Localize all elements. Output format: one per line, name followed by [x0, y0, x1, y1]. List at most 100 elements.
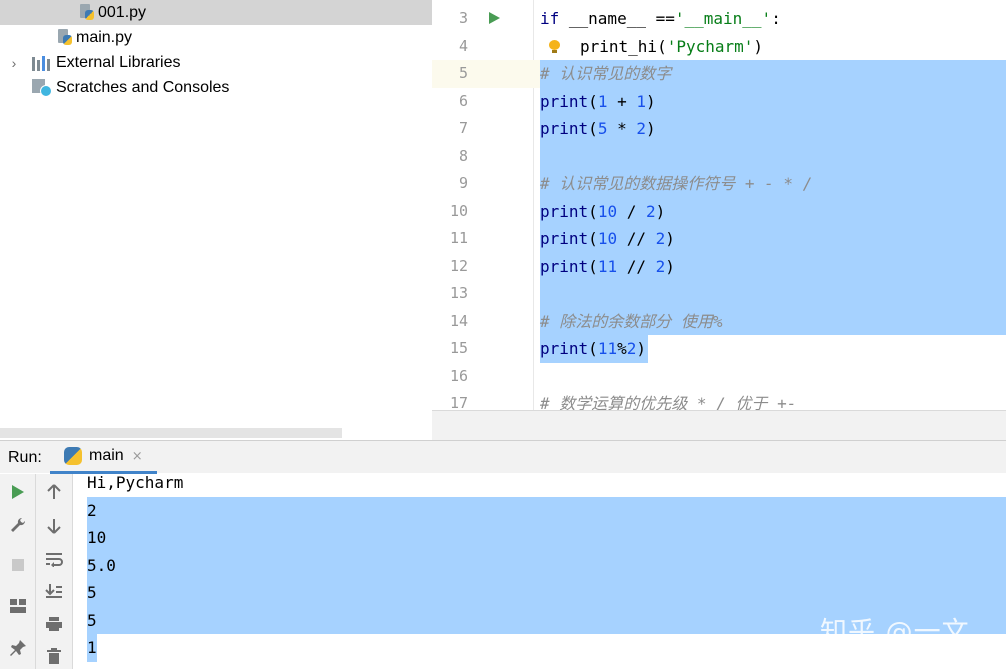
code-line[interactable]: if __name__ =='__main__': — [534, 5, 1006, 33]
console-text: 1 — [87, 638, 97, 657]
tree-item-label: main.py — [76, 28, 133, 46]
code-line[interactable]: print_hi('Pycharm') — [534, 33, 1006, 61]
soft-wrap-button[interactable] — [42, 547, 66, 571]
line-number: 9 — [458, 174, 468, 192]
code-text: print(5 * 2) — [540, 119, 656, 138]
line-number: 7 — [458, 119, 468, 137]
pin-icon — [10, 640, 26, 656]
code-line[interactable]: # 数学运算的优先级 * / 优于 +- — [534, 390, 1006, 410]
gutter-row: 14 — [432, 308, 534, 336]
tree-item-label: External Libraries — [56, 53, 181, 71]
python-file-icon — [80, 4, 94, 21]
code-line[interactable] — [534, 142, 1006, 170]
code-text: print(11 // 2) — [540, 256, 675, 276]
arrow-up-icon — [47, 484, 61, 499]
console-text: Hi,Pycharm — [87, 474, 184, 492]
tree-item-scratches[interactable]: Scratches and Consoles — [0, 75, 432, 100]
rerun-button[interactable] — [6, 480, 30, 504]
line-number: 5 — [458, 64, 468, 82]
zhihu-watermark: 知乎 @一文 — [820, 617, 970, 648]
gutter-row: 12 — [432, 253, 534, 281]
selection-highlight — [87, 551, 1006, 579]
console-text: 5 — [87, 583, 97, 602]
horizontal-scrollbar[interactable] — [0, 428, 342, 438]
code-line[interactable]: print(5 * 2) — [534, 115, 1006, 143]
code-text: print(10 // 2) — [540, 229, 675, 248]
scroll-to-end-button[interactable] — [42, 579, 66, 603]
run-label: Run: — [8, 449, 42, 466]
code-line[interactable]: # 认识常见的数据操作符号 + - * / — [534, 170, 1006, 198]
line-number: 6 — [458, 91, 468, 110]
code-text: print(11%2) — [540, 339, 646, 358]
library-icon — [32, 55, 52, 71]
editor-bottom-bar — [432, 410, 1006, 440]
code-line[interactable] — [534, 363, 1006, 391]
scroll-down-button[interactable] — [42, 514, 66, 538]
selection-highlight — [540, 280, 1006, 308]
gutter-row: 4 — [432, 33, 534, 61]
console-text: 5 — [87, 610, 97, 630]
code-line[interactable]: # 除法的余数部分 使用% — [534, 307, 1006, 335]
code-line[interactable]: print(11 // 2) — [534, 252, 1006, 280]
project-tool-window: 001.py main.py › External Libraries Scra… — [0, 0, 432, 440]
stop-icon — [12, 559, 24, 571]
python-file-icon — [58, 29, 72, 46]
print-button[interactable] — [42, 612, 66, 636]
stop-button[interactable] — [6, 553, 30, 577]
editor-gutter: 3 4 5 6 7 8 9 10 11 12 13 14 15 16 17 — [432, 0, 534, 410]
tree-item-external-libraries[interactable]: › External Libraries — [0, 50, 432, 75]
clear-all-button[interactable] — [42, 644, 66, 668]
gutter-row: 13 — [432, 280, 534, 308]
console-line: 10 — [74, 524, 1006, 552]
soft-wrap-icon — [46, 553, 63, 567]
console-line: Hi,Pycharm — [74, 474, 1006, 497]
console-line: 5 — [74, 579, 1006, 607]
tree-item-001-py[interactable]: 001.py — [0, 0, 432, 25]
code-text: # 除法的余数部分 使用% — [540, 311, 723, 331]
selection-highlight — [87, 579, 1006, 607]
run-tab-label: main — [89, 447, 124, 464]
gutter-row: 3 — [432, 5, 534, 33]
code-line[interactable]: # 认识常见的数字 — [534, 60, 1006, 88]
selection-highlight — [87, 496, 1006, 524]
gutter-row: 8 — [432, 143, 534, 171]
code-text: print(10 / 2) — [540, 201, 666, 221]
pin-tab-button[interactable] — [6, 636, 30, 660]
code-line[interactable]: print(10 // 2) — [534, 225, 1006, 253]
arrow-down-icon — [47, 519, 61, 534]
gutter-row: 6 — [432, 88, 534, 116]
python-icon — [64, 447, 82, 465]
code-line[interactable]: print(11%2) — [534, 335, 1006, 363]
run-tool-window-header: Run: main × — [0, 440, 1006, 474]
code-line[interactable]: print(10 / 2) — [534, 197, 1006, 225]
line-number: 8 — [458, 146, 468, 165]
gutter-row: 17 — [432, 390, 534, 410]
chevron-right-icon[interactable]: › — [8, 55, 20, 71]
gutter-row: 5 — [432, 60, 534, 88]
tree-item-label: Scratches and Consoles — [56, 78, 230, 96]
printer-icon — [46, 617, 62, 631]
line-number: 3 — [458, 9, 468, 27]
code-editor[interactable]: 3 4 5 6 7 8 9 10 11 12 13 14 15 16 17 if __name__ =='_… — [432, 0, 1006, 410]
run-icon — [12, 485, 24, 499]
scroll-to-end-icon — [45, 584, 62, 598]
code-line[interactable] — [534, 280, 1006, 308]
line-number: 13 — [449, 284, 468, 302]
console-line: 2 — [74, 496, 1006, 524]
scroll-up-button[interactable] — [42, 480, 66, 504]
selection-highlight — [540, 142, 1006, 170]
code-text: print(1 + 1) — [540, 91, 656, 111]
close-tab-icon[interactable]: × — [132, 449, 143, 464]
line-number: 10 — [449, 201, 468, 220]
trash-icon — [47, 648, 61, 664]
run-tab-main[interactable]: main × — [50, 441, 157, 474]
restore-layout-button[interactable] — [6, 594, 30, 618]
edit-configuration-button[interactable] — [6, 513, 30, 537]
run-gutter-icon[interactable] — [489, 12, 500, 24]
line-number: 17 — [449, 394, 468, 410]
code-line[interactable]: print(1 + 1) — [534, 87, 1006, 115]
intention-bulb-icon[interactable] — [548, 39, 560, 54]
console-text: 5.0 — [87, 555, 116, 575]
tree-item-main-py[interactable]: main.py — [0, 25, 432, 50]
gutter-row: 9 — [432, 170, 534, 198]
